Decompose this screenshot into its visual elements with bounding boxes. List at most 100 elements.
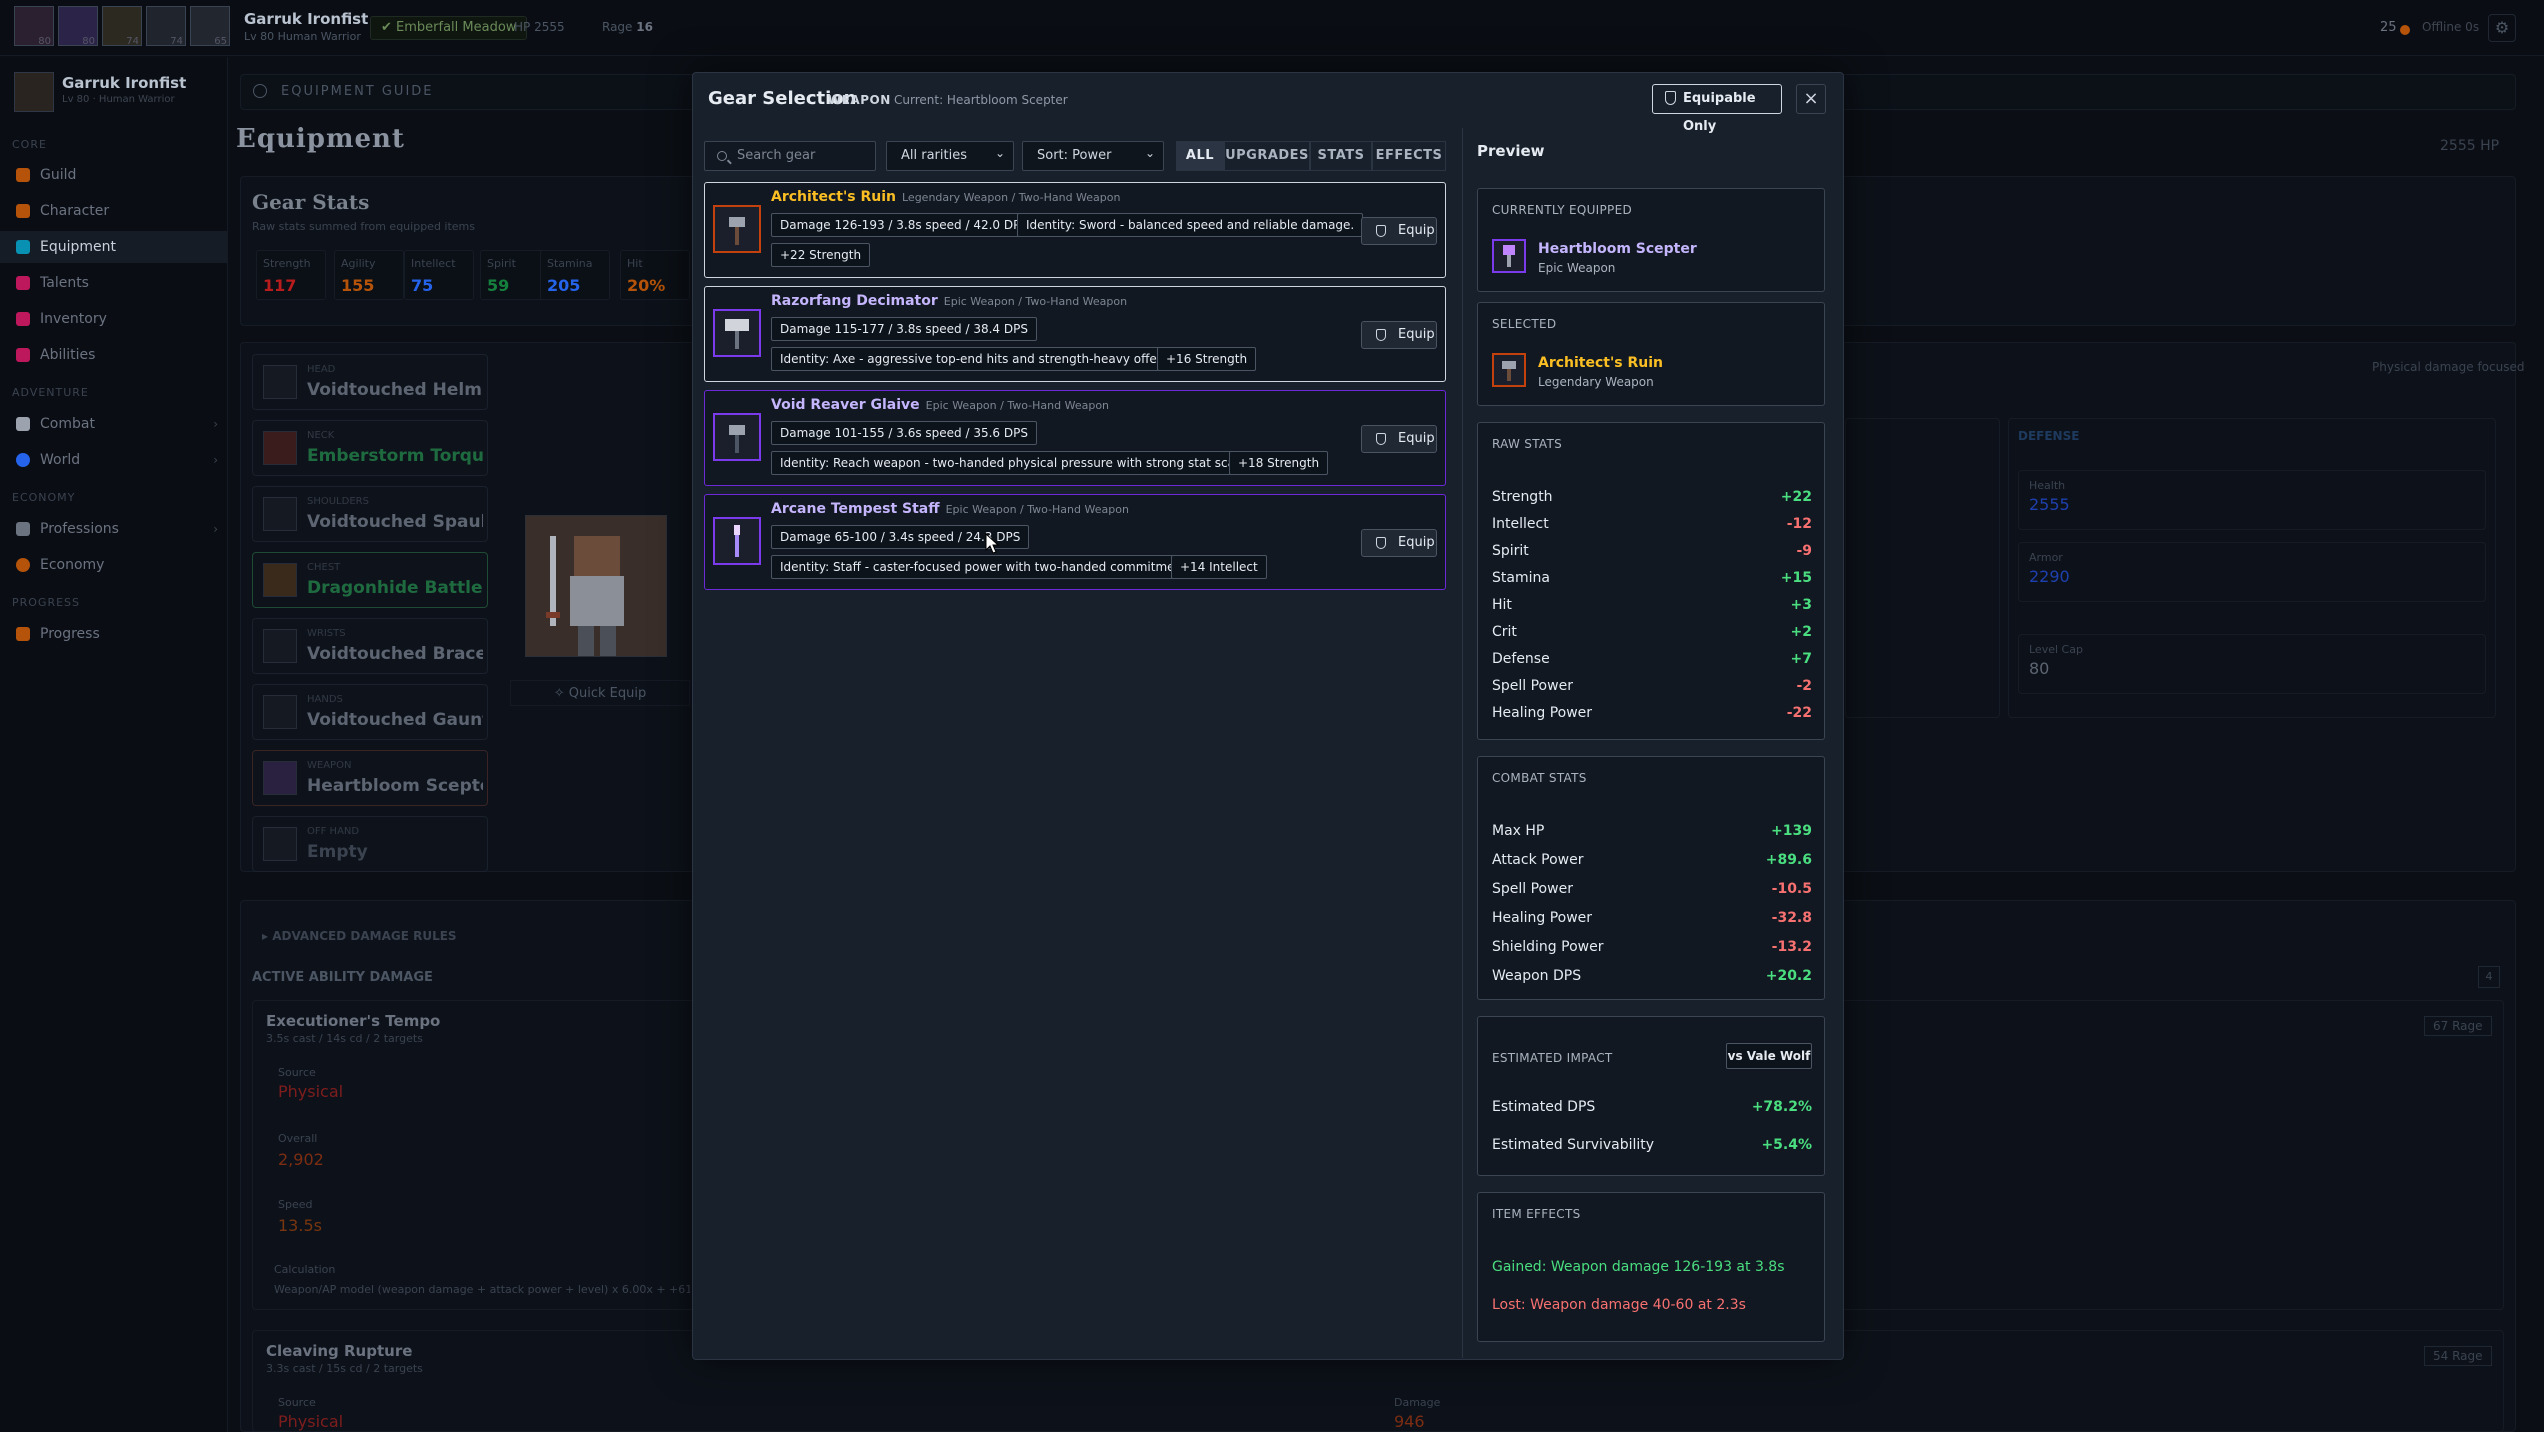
slot-chest[interactable]: CHESTDragonhide Battle Ha... [252,552,488,608]
equip-button[interactable]: Equip [1361,529,1437,557]
damage-value: 946 [1394,1412,1425,1431]
equipment-icon [16,240,30,254]
sidebar-item-progress[interactable]: Progress [0,618,228,650]
item-type: Legendary Weapon / Two-Hand Weapon [902,191,1121,204]
section-economy: ECONOMY [12,491,76,504]
party-member-4[interactable]: 74 [146,6,186,47]
search-input[interactable]: Search gear [704,141,876,171]
overall-label: Overall [278,1132,318,1145]
tab-stats[interactable]: STATS [1310,141,1372,171]
economy-icon [16,558,30,572]
sidebar-profile[interactable]: Garruk Ironfist Lv 80 · Human Warrior [10,70,220,112]
settings-gear-icon[interactable]: ⚙ [2488,14,2516,42]
item-name: Razorfang Decimator [771,293,938,309]
target-select-button[interactable]: vs Vale Wolf [1726,1043,1812,1069]
gold-coin-icon [2400,25,2410,35]
party-member-5[interactable]: 65 [190,6,230,47]
party-member-3[interactable]: 74 [102,6,142,47]
torque-icon [263,431,297,465]
slot-neck[interactable]: NECK Emberstorm Torque [252,420,488,476]
item-type: Epic Weapon / Two-Hand Weapon [943,295,1128,308]
sidebar-item-abilities[interactable]: Abilities [0,339,228,371]
combat-icon [16,417,30,431]
slot-off-hand[interactable]: OFF HAND Empty [252,816,488,872]
sidebar-item-guild[interactable]: Guild [0,159,228,191]
search-icon [717,151,727,161]
sidebar-item-character[interactable]: Character [0,195,228,227]
identity-chip: Identity: Axe - aggressive top-end hits … [771,347,1191,371]
item-name: Void Reaver Glaive [771,397,920,413]
raw-stat-row: Defense +7 [1492,651,1812,667]
calculation-label: Calculation [274,1263,336,1276]
hp-summary: 2555 HP [2440,138,2500,154]
mouse-cursor-icon [985,533,1000,554]
tab-upgrades[interactable]: UPGRADES [1224,141,1310,171]
identity-chip: Identity: Reach weapon - two-handed phys… [771,451,1270,475]
equip-button[interactable]: Equip [1361,425,1437,453]
party-member-2[interactable]: 80 [58,6,98,47]
shield-icon [1376,537,1386,549]
active-ability-damage-title: ACTIVE ABILITY DAMAGE [252,970,433,985]
item-name: Architect's Ruin [771,189,896,205]
gear-card-arcane-tempest-staff[interactable]: Arcane Tempest Staff Epic Weapon / Two-Ha… [704,494,1446,590]
professions-icon [16,522,30,536]
sidebar-item-economy[interactable]: Economy [0,549,228,581]
section-core: CORE [12,138,47,151]
gear-card-architects-ruin[interactable]: Architect's Ruin Legendary Weapon / Two-H… [704,182,1446,278]
gold-amount: 25 [2380,20,2397,35]
gauntlets-icon [263,695,297,729]
speed-value: 13.5s [278,1216,322,1235]
section-adventure: ADVENTURE [12,386,89,399]
slot-shoulders[interactable]: SHOULDERSVoidtouched Spaulder... [252,486,488,542]
chest-armor-icon [263,563,297,597]
source-label: Source [278,1396,316,1409]
modal-divider [1462,128,1463,1358]
glaive-icon [713,413,761,461]
stat-chip: +18 Strength [1229,451,1329,475]
damage-chip: Damage 126-193 / 3.8s speed / 42.0 DPS [771,213,1037,237]
tab-all[interactable]: ALL [1176,141,1224,171]
stat-agility: Agility 155 [334,250,404,300]
slot-head[interactable]: HEADVoidtouched Helm of ... [252,354,488,410]
globe-icon [16,453,30,467]
sidebar-item-talents[interactable]: Talents [0,267,228,299]
ability-meta: 3.5s cast / 14s cd / 2 targets [266,1032,423,1045]
impact-row: Estimated DPS +78.2% [1492,1099,1812,1115]
shield-icon [1376,433,1386,445]
inventory-icon [16,312,30,326]
sidebar-item-combat[interactable]: Combat › [0,408,228,440]
sidebar-item-world[interactable]: World › [0,444,228,476]
equip-button[interactable]: Equip [1361,321,1437,349]
party-member-1[interactable]: 80 [14,6,54,47]
sort-select[interactable]: Sort: Power ⌄ [1022,141,1164,171]
close-button[interactable]: × [1796,84,1826,114]
rarity-select[interactable]: All rarities ⌄ [886,141,1014,171]
chevron-right-icon: › [213,522,218,536]
chevron-down-icon: ⌄ [1144,146,1155,160]
raw-stat-row: Stamina +15 [1492,570,1812,586]
zone-badge[interactable]: ✔ Emberfall Meadow [370,16,528,40]
equipable-only-toggle[interactable]: Equipable Only [1652,84,1782,134]
slot-tag: WEAPON [828,93,891,107]
raw-stat-row: Intellect -12 [1492,516,1812,532]
quick-equip-button[interactable]: ✧ Quick Equip [510,680,690,706]
gear-card-void-reaver-glaive[interactable]: Void Reaver Glaive Epic Weapon / Two-Hand… [704,390,1446,486]
character-icon [16,204,30,218]
estimated-impact-box: ESTIMATED IMPACT vs Vale Wolf Estimated … [1477,1016,1825,1176]
slot-weapon[interactable]: WEAPON Heartbloom Scepter [252,750,488,806]
gear-card-razorfang-decimator[interactable]: Razorfang Decimator Epic Weapon / Two-Han… [704,286,1446,382]
damage-chip: Damage 115-177 / 3.8s speed / 38.4 DPS [771,317,1037,341]
defense-armor: Armor 2290 [2018,542,2486,602]
advanced-damage-rules-toggle[interactable]: ▸ ADVANCED DAMAGE RULES [262,929,457,943]
rage-readout: Rage 16 [602,20,653,34]
tab-effects[interactable]: EFFECTS [1372,141,1446,171]
sidebar-item-professions[interactable]: Professions › [0,513,228,545]
equip-button[interactable]: Equip [1361,217,1437,245]
slot-hands[interactable]: HANDSVoidtouched Gauntlet... [252,684,488,740]
sidebar-item-equipment[interactable]: Equipment [0,231,228,263]
slot-wrists[interactable]: WRISTSVoidtouched Bracers ... [252,618,488,674]
combat-stat-row: Max HP +139 [1492,823,1812,839]
info-icon [253,84,267,98]
sidebar-item-inventory[interactable]: Inventory [0,303,228,335]
stat-stamina: Stamina 205 [540,250,610,300]
